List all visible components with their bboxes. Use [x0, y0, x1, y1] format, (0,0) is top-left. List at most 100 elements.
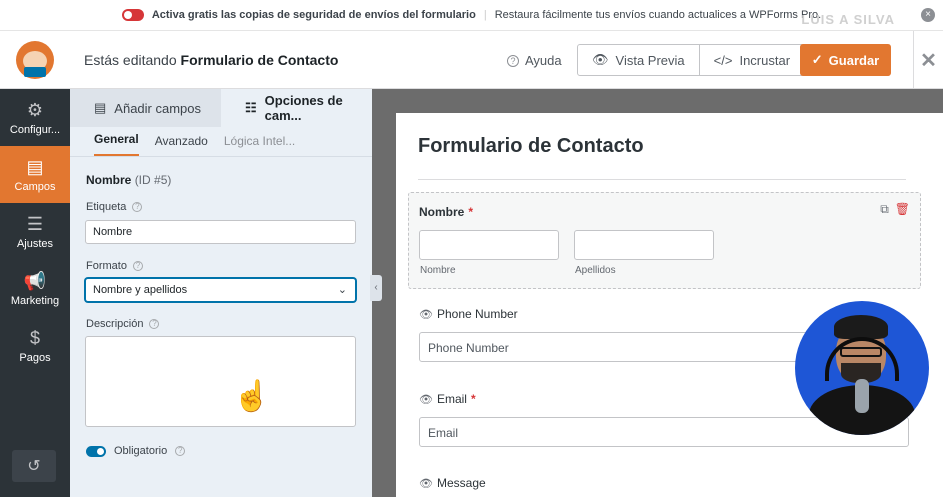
save-label: Guardar	[828, 52, 880, 68]
sidebar-item-settings[interactable]: ☰ Ajustes	[0, 203, 70, 260]
tab-label: Opciones de cam...	[264, 93, 343, 123]
field-title: Nombre (ID #5)	[86, 173, 171, 187]
title-divider	[418, 179, 906, 180]
promo-notice-bar: Activa gratis las copias de seguridad de…	[0, 0, 943, 31]
presenter-hair	[834, 315, 888, 339]
label-input[interactable]: Nombre	[85, 220, 356, 244]
preview-button[interactable]: 👁 Vista Previa	[578, 45, 699, 75]
revisions-history-icon[interactable]: ↺	[12, 450, 56, 482]
check-icon: ✓	[811, 52, 823, 67]
builder-sidebar: ⚙ Configur... ▤ Campos ☰ Ajustes 📢 Marke…	[0, 89, 70, 497]
sliders-icon: ☷	[245, 100, 257, 115]
label-text: Etiqueta	[86, 201, 127, 213]
phone-label: 👁 Phone Number	[419, 307, 518, 321]
sidebar-item-label: Pagos	[19, 351, 51, 364]
last-name-input[interactable]	[574, 230, 714, 260]
format-field-label: Formato ?	[86, 260, 143, 272]
required-toggle-row: Obligatorio ?	[86, 445, 186, 457]
format-select[interactable]: Nombre y apellidos ⌄	[85, 278, 356, 302]
header-button-group: 👁 Vista Previa </> Incrustar	[577, 44, 806, 76]
format-text: Formato	[86, 260, 127, 272]
field-id: (ID #5)	[134, 173, 172, 187]
embed-label: Incrustar	[739, 52, 791, 68]
notice-text: Restaura fácilmente tus envíos cuando ac…	[494, 9, 822, 21]
fields-icon: ▤	[26, 156, 44, 177]
field-actions: ⧉ 🗑	[880, 202, 910, 217]
collapse-panel-icon[interactable]: ‹	[370, 275, 382, 301]
required-asterisk: *	[468, 205, 474, 219]
help-icon[interactable]: ?	[132, 202, 143, 212]
tab-label: Añadir campos	[114, 100, 202, 116]
field-name: Nombre	[86, 173, 132, 187]
sidebar-item-fields[interactable]: ▤ Campos	[0, 146, 70, 203]
description-textarea[interactable]	[85, 336, 356, 427]
label-field-label: Etiqueta ?	[86, 201, 143, 213]
dollar-icon: $	[29, 327, 40, 348]
options-subtabs: General Avanzado Lógica Intel...	[70, 127, 372, 157]
list-icon: ▤	[94, 100, 107, 115]
panel-tabs: ▤ Añadir campos ☷ Opciones de cam...	[70, 89, 372, 127]
description-field-label: Descripción ?	[86, 318, 160, 330]
microphone-icon	[855, 379, 869, 413]
phone-label-text: Phone Number	[436, 307, 518, 321]
sidebar-item-label: Campos	[14, 180, 56, 193]
subtab-smart-logic[interactable]: Lógica Intel...	[224, 134, 295, 156]
required-asterisk: *	[470, 392, 476, 406]
embed-button[interactable]: </> Incrustar	[698, 45, 804, 75]
description-text: Descripción	[86, 318, 144, 330]
preview-label: Vista Previa	[615, 52, 685, 68]
sliders-icon: ☰	[26, 213, 44, 234]
hand-pointer-cursor-icon: ☝	[233, 380, 271, 413]
video-watermark: LUIS A SILVA	[801, 12, 895, 27]
field-options-panel: ▤ Añadir campos ☷ Opciones de cam... Gen…	[70, 89, 372, 497]
sidebar-item-marketing[interactable]: 📢 Marketing	[0, 260, 70, 317]
help-icon[interactable]: ?	[132, 261, 143, 271]
notice-strong-text: Activa gratis las copias de seguridad de…	[151, 9, 476, 21]
format-value: Nombre y apellidos	[93, 284, 188, 296]
subtab-general[interactable]: General	[94, 132, 139, 156]
message-label-text: Message	[436, 476, 486, 490]
gear-icon: ⚙	[26, 99, 44, 120]
sidebar-item-label: Configur...	[9, 123, 61, 136]
trash-icon[interactable]: 🗑	[895, 202, 910, 217]
sidebar-item-setup[interactable]: ⚙ Configur...	[0, 89, 70, 146]
webcam-overlay	[795, 301, 929, 435]
email-label: 👁 Email *	[419, 392, 476, 406]
help-icon: ?	[507, 54, 519, 67]
form-name: Formulario de Contacto	[180, 52, 339, 68]
editing-prefix: Estás editando	[84, 52, 177, 68]
name-label-text: Nombre	[419, 205, 465, 219]
help-link[interactable]: ? Ayuda	[507, 53, 562, 68]
editing-title: Estás editando Formulario de Contacto	[84, 52, 338, 68]
bear-mascot-icon	[16, 41, 54, 79]
form-preview-title: Formulario de Contacto	[418, 135, 644, 157]
chevron-down-icon: ⌄	[337, 284, 347, 296]
duplicate-icon[interactable]: ⧉	[880, 202, 889, 217]
toggle-icon[interactable]	[121, 9, 144, 21]
hidden-eye-icon: 👁	[419, 393, 433, 406]
megaphone-icon: 📢	[23, 270, 47, 291]
builder-header: Estás editando Formulario de Contacto ? …	[0, 31, 943, 89]
required-toggle[interactable]	[86, 445, 106, 457]
notice-separator: |	[483, 9, 487, 21]
help-icon[interactable]: ?	[149, 319, 160, 329]
tab-field-options[interactable]: ☷ Opciones de cam...	[221, 89, 372, 127]
sidebar-item-label: Marketing	[10, 294, 60, 307]
close-builder-icon[interactable]: ✕	[913, 31, 943, 89]
code-icon: </>	[713, 52, 733, 68]
eye-icon: 👁	[592, 52, 609, 67]
sidebar-item-payments[interactable]: $ Pagos	[0, 317, 70, 374]
tab-add-fields[interactable]: ▤ Añadir campos	[70, 89, 221, 127]
hidden-eye-icon: 👁	[419, 477, 433, 490]
subtab-advanced[interactable]: Avanzado	[155, 134, 208, 156]
first-name-input[interactable]	[419, 230, 559, 260]
wpforms-logo	[0, 31, 70, 89]
notice-close-icon[interactable]: ×	[921, 8, 935, 22]
first-name-sublabel: Nombre	[420, 265, 456, 276]
save-button[interactable]: ✓ Guardar	[800, 44, 891, 76]
help-icon[interactable]: ?	[175, 446, 186, 456]
name-label: Nombre *	[419, 205, 473, 219]
help-label: Ayuda	[525, 53, 562, 68]
hidden-eye-icon: 👁	[419, 308, 433, 321]
required-label: Obligatorio	[114, 445, 168, 457]
